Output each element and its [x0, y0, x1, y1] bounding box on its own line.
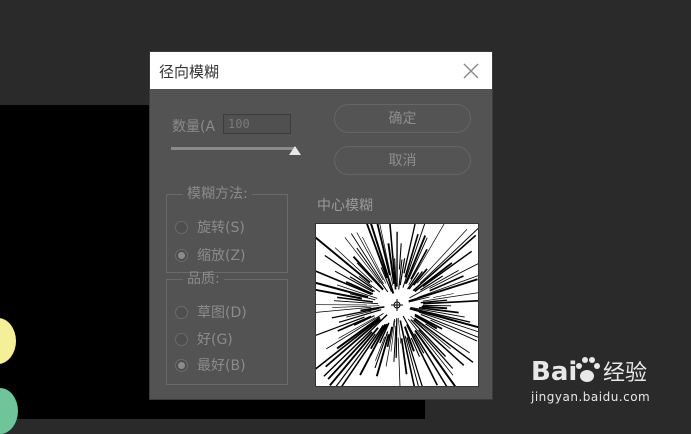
watermark-url: jingyan.baidu.com [531, 390, 650, 404]
close-icon[interactable] [459, 59, 483, 83]
svg-text:经验: 经验 [603, 361, 647, 386]
svg-text:Bai: Bai [531, 357, 577, 387]
amount-label: 数量(A [172, 116, 215, 136]
blur-center-title: 中心模糊 [317, 195, 373, 215]
radio-good-label: 好(G) [197, 329, 233, 349]
radio-spin[interactable]: 旋转(S) [175, 217, 245, 237]
radio-zoom-indicator [175, 249, 188, 262]
radio-draft-indicator [175, 306, 188, 319]
amount-slider-thumb[interactable] [289, 146, 301, 155]
radio-best-indicator [175, 359, 188, 372]
radial-blur-dialog: 径向模糊 数量(A 确定 取消 模糊方法: 旋转(S) 缩放(Z) 品质: 草图… [150, 52, 492, 399]
dialog-title: 径向模糊 [159, 61, 219, 82]
title-bar: 径向模糊 [150, 52, 492, 89]
blur-method-legend: 模糊方法: [183, 187, 252, 201]
radio-good-indicator [175, 333, 188, 346]
radio-zoom-label: 缩放(Z) [197, 245, 246, 265]
ok-button[interactable]: 确定 [334, 104, 471, 133]
radio-draft-label: 草图(D) [197, 302, 247, 322]
quality-legend: 品质: [183, 272, 224, 286]
radio-spin-label: 旋转(S) [197, 217, 245, 237]
amount-input[interactable] [223, 114, 291, 134]
blur-center-preview[interactable] [315, 223, 479, 387]
radio-best[interactable]: 最好(B) [175, 355, 246, 375]
cancel-button[interactable]: 取消 [334, 146, 471, 175]
blur-method-group: 模糊方法: 旋转(S) 缩放(Z) [166, 187, 288, 273]
radio-draft[interactable]: 草图(D) [175, 302, 247, 322]
amount-slider-track[interactable] [171, 147, 295, 150]
radio-zoom[interactable]: 缩放(Z) [175, 245, 246, 265]
quality-group: 品质: 草图(D) 好(G) 最好(B) [166, 272, 288, 385]
radio-spin-indicator [175, 221, 188, 234]
radio-good[interactable]: 好(G) [175, 329, 233, 349]
radio-best-label: 最好(B) [197, 355, 246, 375]
